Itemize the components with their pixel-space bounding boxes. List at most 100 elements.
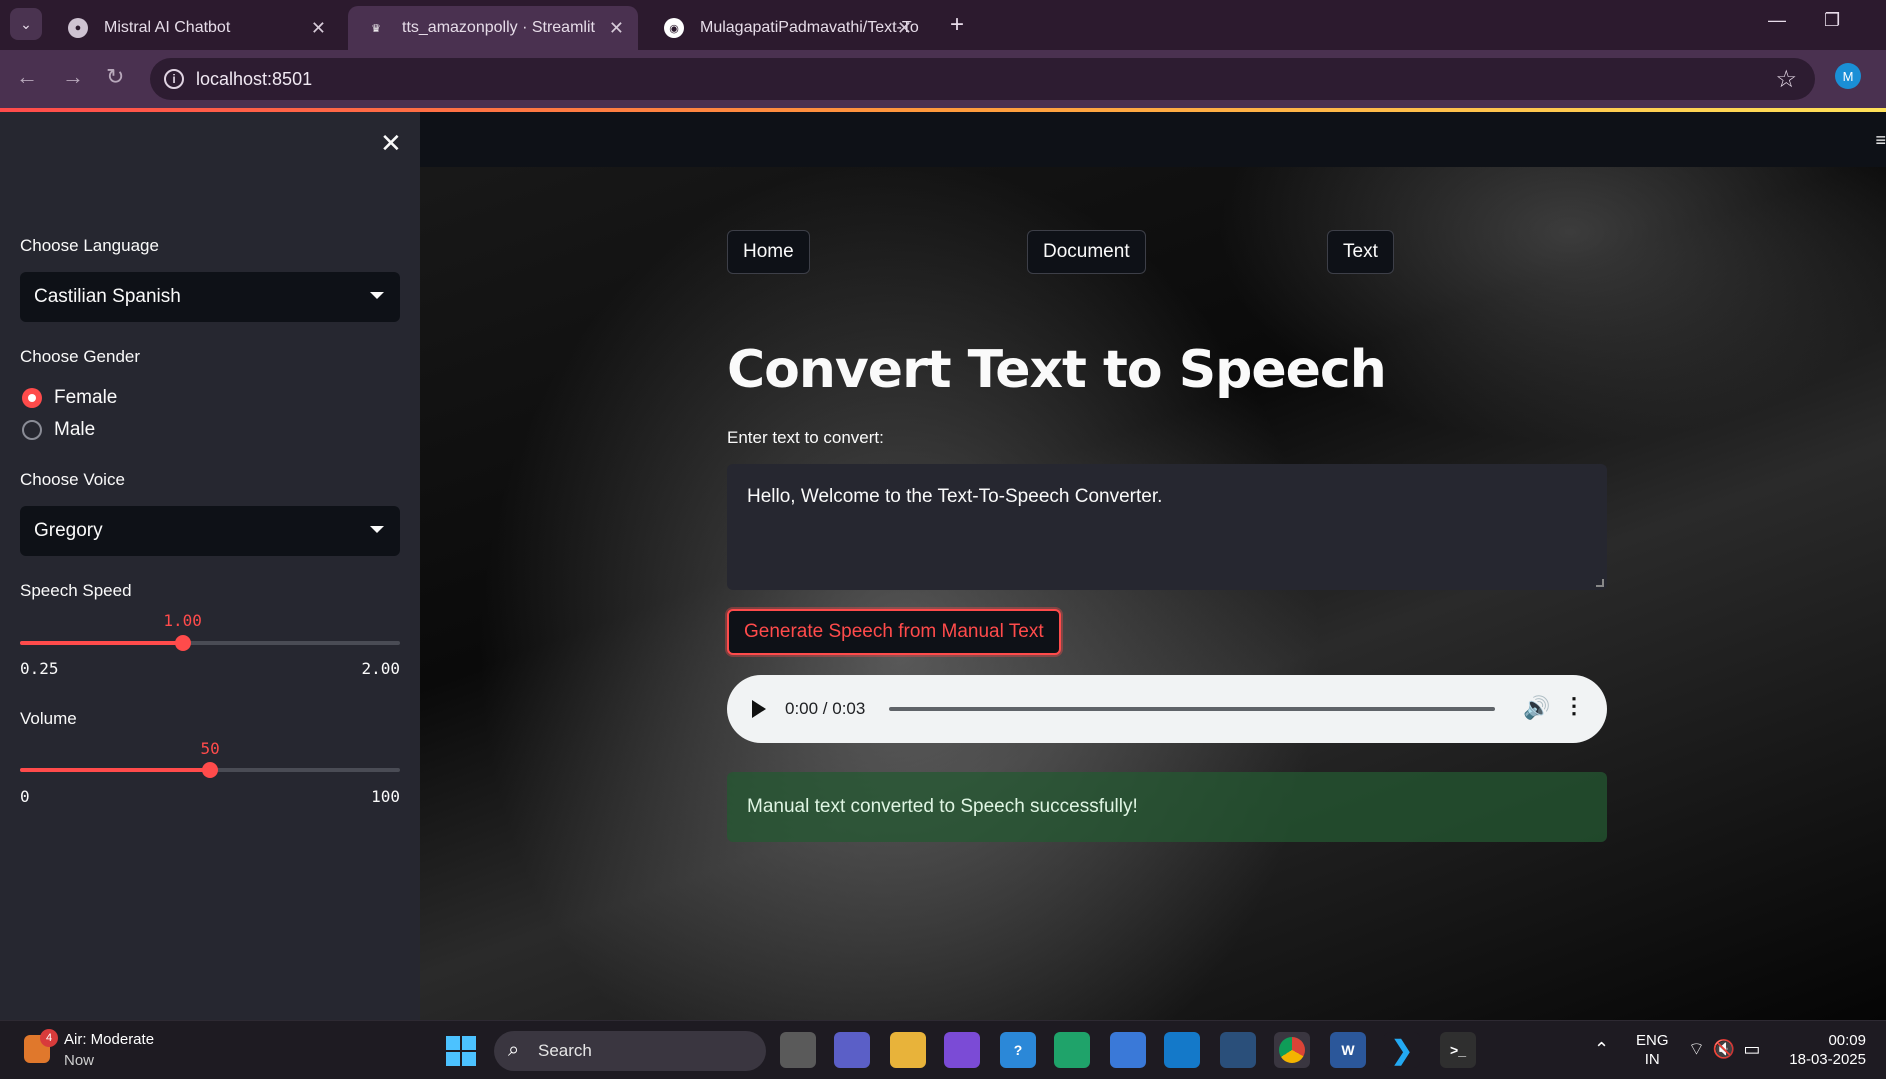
audio-progress-bar[interactable] <box>889 707 1495 711</box>
speed-label: Speech Speed <box>20 581 132 600</box>
radio-button[interactable] <box>22 420 42 440</box>
chevron-down-icon <box>370 292 384 299</box>
volume-max: 100 <box>371 787 400 806</box>
chevron-down-icon <box>370 526 384 533</box>
volume-label: Volume <box>20 709 77 728</box>
taskbar-search[interactable]: ⌕ Search <box>494 1031 766 1071</box>
volume-value: 50 <box>200 739 220 758</box>
reload-icon[interactable]: ↻ <box>106 64 124 90</box>
voice-value: Gregory <box>34 520 103 541</box>
search-icon: ⌕ <box>508 1039 520 1061</box>
url-text: localhost:8501 <box>196 69 313 89</box>
mysql-workbench-icon[interactable] <box>1220 1032 1256 1068</box>
globe-icon: ● <box>68 18 88 38</box>
browser-tab-strip: ⌄ ● Mistral AI Chatbot ✕ ♛ tts_amazonpol… <box>0 0 1886 50</box>
clock[interactable]: 00:09 18-03-2025 <box>1786 1031 1866 1069</box>
audio-time: 0:00 / 0:03 <box>785 699 866 718</box>
search-label: Search <box>538 1041 592 1060</box>
text-input[interactable]: Hello, Welcome to the Text-To-Speech Con… <box>727 464 1607 590</box>
text-button[interactable]: Text <box>1327 230 1394 274</box>
more-options-icon[interactable]: ⋮ <box>1563 693 1585 719</box>
volume-icon[interactable]: 🔊 <box>1523 695 1550 721</box>
gender-label: Choose Gender <box>20 347 141 366</box>
weather-title[interactable]: Air: Moderate <box>64 1031 154 1048</box>
speed-slider[interactable] <box>20 635 400 651</box>
audio-player: 0:00 / 0:03 🔊 ⋮ <box>727 675 1607 743</box>
wifi-icon[interactable]: ⌔ <box>1688 1039 1713 1059</box>
text-input-label: Enter text to convert: <box>727 428 884 447</box>
sidebar: ✕ Choose Language Castilian Spanish Choo… <box>0 112 420 1020</box>
radio-button-checked[interactable] <box>22 388 42 408</box>
speed-value: 1.00 <box>163 611 202 630</box>
tab-title: Mistral AI Chatbot <box>104 19 231 36</box>
chrome-icon[interactable] <box>1274 1032 1310 1068</box>
voice-select[interactable]: Gregory <box>20 506 400 556</box>
slider-thumb[interactable] <box>202 762 218 778</box>
vscode-icon[interactable]: ❯ <box>1384 1032 1420 1068</box>
play-icon[interactable] <box>752 700 766 718</box>
tab-search-button[interactable]: ⌄ <box>10 8 42 40</box>
battery-icon[interactable]: ▭ <box>1743 1039 1768 1059</box>
volume-slider[interactable] <box>20 762 400 778</box>
tab-mistral[interactable]: ● Mistral AI Chatbot ✕ <box>50 6 340 50</box>
radio-female[interactable]: Female <box>22 387 117 409</box>
copilot-icon[interactable] <box>944 1032 980 1068</box>
radio-male[interactable]: Male <box>22 419 95 441</box>
restore-icon[interactable]: ❐ <box>1824 10 1840 31</box>
speed-min: 0.25 <box>20 659 59 678</box>
input-language[interactable]: ENG IN <box>1636 1031 1669 1069</box>
bookmark-star-icon[interactable]: ☆ <box>1775 65 1797 94</box>
mute-icon[interactable]: 🔇 <box>1713 1039 1743 1059</box>
profile-avatar[interactable]: M <box>1835 63 1861 89</box>
lang-line-2: IN <box>1644 1051 1660 1068</box>
success-alert: Manual text converted to Speech successf… <box>727 772 1607 842</box>
radio-label: Female <box>54 387 118 408</box>
chevron-up-icon[interactable]: ⌃ <box>1594 1039 1609 1060</box>
speed-max: 2.00 <box>361 659 400 678</box>
weather-subtitle: Now <box>64 1052 95 1069</box>
browser-toolbar: ← → ↻ i localhost:8501 ☆ M <box>0 50 1886 108</box>
close-sidebar-icon[interactable]: ✕ <box>380 128 402 159</box>
streamlit-crown-icon: ♛ <box>371 22 381 35</box>
store-icon[interactable] <box>1110 1032 1146 1068</box>
forward-icon[interactable]: → <box>62 64 84 90</box>
minimize-icon[interactable]: — <box>1768 10 1786 31</box>
address-bar[interactable]: i localhost:8501 ☆ <box>150 58 1815 100</box>
notification-badge: 4 <box>40 1029 58 1047</box>
resize-handle-icon[interactable] <box>1596 579 1604 587</box>
slider-fill <box>20 768 210 772</box>
tab-streamlit[interactable]: ♛ tts_amazonpolly · Streamlit ✕ <box>348 6 638 50</box>
help-icon[interactable]: ? <box>1000 1032 1036 1068</box>
windows-start-icon[interactable] <box>446 1036 476 1066</box>
page-title: Convert Text to Speech <box>727 340 1387 400</box>
language-select[interactable]: Castilian Spanish <box>20 272 400 322</box>
generate-speech-button[interactable]: Generate Speech from Manual Text <box>727 609 1061 655</box>
slider-thumb[interactable] <box>174 635 191 651</box>
close-icon[interactable]: ✕ <box>311 18 326 39</box>
language-value: Castilian Spanish <box>34 286 181 307</box>
task-view-icon[interactable] <box>780 1032 816 1068</box>
language-label: Choose Language <box>20 236 159 255</box>
new-tab-button[interactable]: + <box>950 11 964 39</box>
tab-github[interactable]: ◉ MulagapatiPadmavathi/Text-To ✕ <box>646 6 926 50</box>
teams-icon[interactable] <box>834 1032 870 1068</box>
close-icon[interactable]: ✕ <box>897 18 912 39</box>
word-icon[interactable]: W <box>1330 1032 1366 1068</box>
document-button[interactable]: Document <box>1027 230 1146 274</box>
success-message: Manual text converted to Speech successf… <box>747 796 1138 817</box>
slider-fill <box>20 641 183 645</box>
back-icon[interactable]: ← <box>16 64 38 90</box>
home-button[interactable]: Home <box>727 230 810 274</box>
close-icon[interactable]: ✕ <box>609 18 624 39</box>
system-tray-icons[interactable]: ⌔🔇▭ <box>1688 1038 1768 1061</box>
site-info-icon[interactable]: i <box>164 69 184 89</box>
lang-line-1: ENG <box>1636 1032 1669 1049</box>
radio-label: Male <box>54 419 96 440</box>
tab-title: tts_amazonpolly · Streamlit <box>402 19 595 36</box>
file-explorer-icon[interactable] <box>890 1032 926 1068</box>
mysql-icon[interactable] <box>1164 1032 1200 1068</box>
terminal-icon[interactable]: >_ <box>1440 1032 1476 1068</box>
menu-icon[interactable]: ≡ <box>1875 130 1886 151</box>
text-input-value: Hello, Welcome to the Text-To-Speech Con… <box>747 486 1163 507</box>
edge-icon[interactable] <box>1054 1032 1090 1068</box>
